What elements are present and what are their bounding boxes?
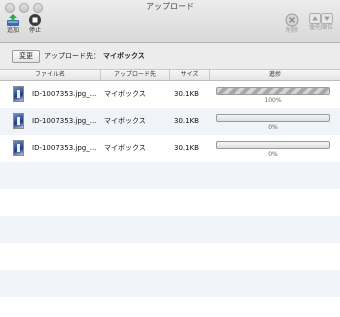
table-row[interactable]: ID-1007353.jpg_... マイボックス 30.1KB 100% [0,81,340,108]
column-header-destination[interactable]: アップロード先 [101,70,170,80]
delete-label: 削除 [285,27,298,34]
stop-icon [29,14,41,26]
file-name: ID-1007353.jpg_... [32,144,97,152]
file-name: ID-1007353.jpg_... [32,117,97,125]
destination-bar: 変更 アップロード先： マイボックス [0,43,340,70]
priority-label: 優先順位 [308,24,333,31]
progress-percent: 0% [268,124,278,131]
progress-percent: 100% [264,97,282,104]
file-thumbnail [13,113,24,129]
column-header-progress[interactable]: 進捗 [210,70,340,80]
empty-row [0,297,340,317]
empty-row [0,162,340,189]
file-destination: マイボックス [104,144,146,152]
destination-label: アップロード先： [44,52,100,60]
file-destination: マイボックス [104,90,146,98]
add-button[interactable]: 追加 [2,13,24,35]
progress-bar [216,114,330,122]
table-row[interactable]: ID-1007353.jpg_... マイボックス 30.1KB 0% [0,135,340,162]
upload-add-icon [7,14,19,26]
progress-bar [216,141,330,149]
empty-row [0,270,340,297]
column-header-filename[interactable]: ファイル名 [0,70,101,80]
file-size: 30.1KB [174,90,199,98]
stop-button[interactable]: 停止 [24,13,46,35]
table-header: ファイル名 アップロード先 サイズ 進捗 [0,70,340,81]
file-thumbnail [13,140,24,156]
window-title: アップロード [146,2,194,11]
change-destination-button[interactable]: 変更 [12,50,40,63]
upload-list: ID-1007353.jpg_... マイボックス 30.1KB 100% ID… [0,81,340,317]
delete-icon [285,13,299,27]
stop-label: 停止 [28,27,41,34]
delete-button[interactable]: 削除 [281,13,303,35]
file-destination: マイボックス [104,117,146,125]
file-name: ID-1007353.jpg_... [32,90,97,98]
column-header-size[interactable]: サイズ [170,70,210,80]
priority-arrows-icon [309,13,333,24]
priority-control[interactable]: 優先順位 [306,13,336,32]
table-row[interactable]: ID-1007353.jpg_... マイボックス 30.1KB 0% [0,108,340,135]
progress-fill [217,88,329,94]
destination-value: マイボックス [103,52,145,60]
empty-row [0,216,340,243]
file-thumbnail [13,86,24,102]
progress-bar [216,87,330,95]
file-size: 30.1KB [174,144,199,152]
upload-window: アップロード 追加 停止 削除 優先順位 変更 アップロード先： マイボックス … [0,0,340,317]
empty-row [0,189,340,216]
file-size: 30.1KB [174,117,199,125]
empty-row [0,243,340,270]
progress-percent: 0% [268,151,278,158]
title-toolbar: アップロード 追加 停止 削除 優先順位 [0,0,340,43]
add-label: 追加 [6,27,19,34]
